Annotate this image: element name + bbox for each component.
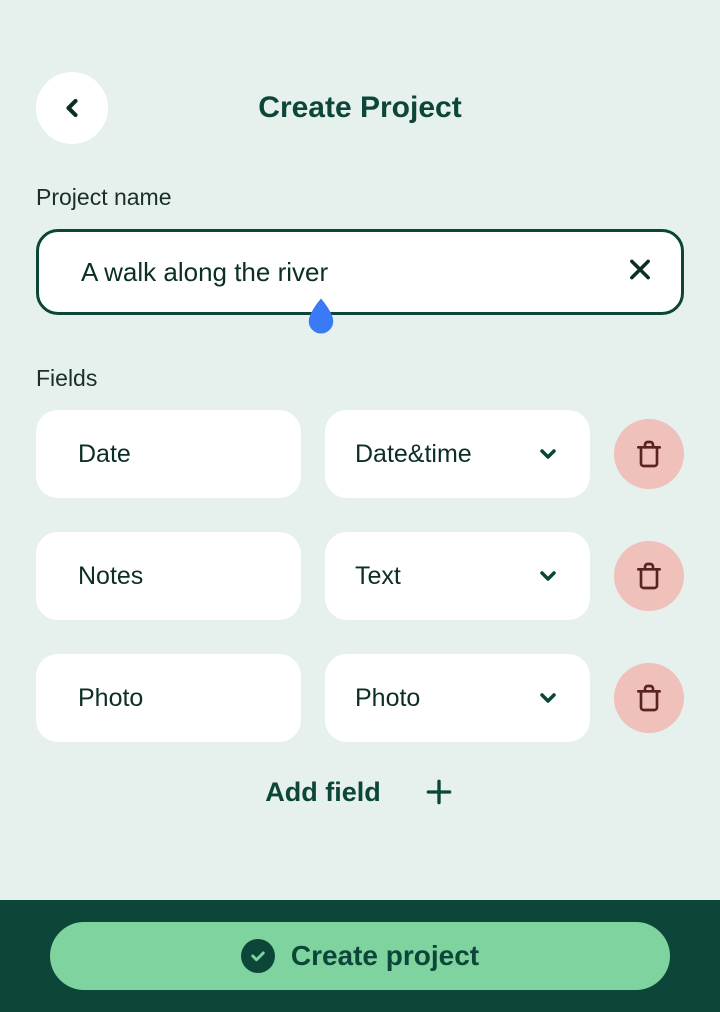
- field-name-input[interactable]: Notes: [36, 532, 301, 620]
- page-title: Create Project: [258, 91, 461, 125]
- field-type-select[interactable]: Date&time: [325, 410, 590, 498]
- field-name-value: Notes: [78, 562, 143, 591]
- delete-field-button[interactable]: [614, 541, 684, 611]
- field-name-input[interactable]: Date: [36, 410, 301, 498]
- chevron-down-icon: [536, 564, 560, 588]
- trash-icon: [633, 682, 665, 714]
- delete-field-button[interactable]: [614, 663, 684, 733]
- field-name-value: Date: [78, 440, 131, 469]
- footer-bar: Create project: [0, 900, 720, 1012]
- field-type-select[interactable]: Photo: [325, 654, 590, 742]
- add-field-label: Add field: [265, 777, 381, 808]
- project-name-label: Project name: [36, 184, 684, 211]
- create-button-label: Create project: [291, 940, 479, 972]
- field-row: Photo Photo: [36, 654, 684, 742]
- field-name-value: Photo: [78, 684, 143, 713]
- create-project-button[interactable]: Create project: [50, 922, 670, 990]
- chevron-down-icon: [536, 686, 560, 710]
- field-type-select[interactable]: Text: [325, 532, 590, 620]
- field-type-value: Photo: [355, 684, 420, 713]
- chevron-left-icon: [58, 94, 86, 122]
- add-field-button[interactable]: Add field: [36, 776, 684, 808]
- close-icon: [626, 256, 654, 284]
- drop-indicator-icon: [300, 295, 342, 337]
- fields-label: Fields: [36, 365, 684, 392]
- field-type-value: Date&time: [355, 440, 472, 469]
- field-type-value: Text: [355, 562, 401, 591]
- plus-icon: [423, 776, 455, 808]
- field-row: Notes Text: [36, 532, 684, 620]
- field-name-input[interactable]: Photo: [36, 654, 301, 742]
- clear-input-button[interactable]: [626, 256, 654, 289]
- trash-icon: [633, 560, 665, 592]
- field-row: Date Date&time: [36, 410, 684, 498]
- back-button[interactable]: [36, 72, 108, 144]
- delete-field-button[interactable]: [614, 419, 684, 489]
- check-circle-icon: [241, 939, 275, 973]
- chevron-down-icon: [536, 442, 560, 466]
- trash-icon: [633, 438, 665, 470]
- project-name-input[interactable]: [36, 229, 684, 315]
